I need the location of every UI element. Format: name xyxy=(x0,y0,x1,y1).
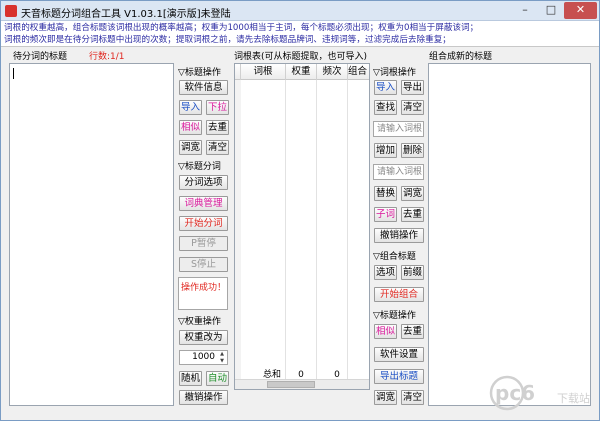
root-input-1[interactable]: 请输入词根 xyxy=(373,121,424,137)
app-window: 天音标题分词组合工具 V1.03.1[演示版]未登陆 – □ ✕ 词根的权重越高… xyxy=(0,0,600,421)
weight-ops-header: ▽权重操作 xyxy=(178,317,221,327)
row-count: 行数:1/1 xyxy=(89,52,125,62)
close-button[interactable]: ✕ xyxy=(564,2,597,19)
column-header[interactable]: 权重 xyxy=(286,64,317,80)
combine-header: ▽组合标题 xyxy=(373,252,416,262)
dedupe-new-button[interactable]: 去重 xyxy=(401,324,424,339)
text-caret xyxy=(13,68,14,79)
export-roots-button[interactable]: 导出 xyxy=(401,80,424,95)
seg-options-button[interactable]: 分词选项 xyxy=(179,175,228,190)
stepper-up-icon[interactable]: ▲ xyxy=(217,351,227,357)
dropdown-button[interactable]: 下拉 xyxy=(206,100,229,115)
left-panel-title: 待分词的标题 xyxy=(13,52,68,62)
clear-titles-button[interactable]: 清空 xyxy=(206,140,229,155)
column-header[interactable]: 词根 xyxy=(241,64,286,80)
watermark-sub: 下载站 xyxy=(557,391,590,405)
dedupe-roots-button[interactable]: 去重 xyxy=(401,207,424,222)
table-header: 词根 权重 频次 组合 xyxy=(235,64,369,80)
delete-root-button[interactable]: 删除 xyxy=(401,143,424,158)
random-button[interactable]: 随机 xyxy=(179,371,202,386)
title-ops-header: ▽标题操作 xyxy=(178,68,221,78)
similar-new-button[interactable]: 相似 xyxy=(374,324,397,339)
column-header[interactable]: 频次 xyxy=(317,64,348,80)
undo-roots-button[interactable]: 撤销操作 xyxy=(374,228,424,243)
widen-titles-button[interactable]: 调宽 xyxy=(179,140,202,155)
maximize-button[interactable]: □ xyxy=(539,2,563,19)
seg-header: ▽标题分词 xyxy=(178,162,221,172)
undo-weight-button[interactable]: 撤销操作 xyxy=(179,390,228,405)
new-title-ops-header: ▽标题操作 xyxy=(373,311,416,321)
replace-root-button[interactable]: 替换 xyxy=(374,186,397,201)
source-titles-textarea[interactable] xyxy=(9,63,174,406)
pc6-watermark-logo: pc6 下载站 xyxy=(487,371,597,416)
root-table[interactable]: 词根 权重 频次 组合 总和 0 0 xyxy=(234,63,370,390)
find-root-button[interactable]: 查找 xyxy=(374,100,397,115)
col-divider xyxy=(316,80,317,380)
stepper-down-icon[interactable]: ▼ xyxy=(217,358,227,364)
clear-roots-button[interactable]: 清空 xyxy=(401,100,424,115)
import-roots-button[interactable]: 导入 xyxy=(374,80,397,95)
auto-button[interactable]: 自动 xyxy=(206,371,229,386)
info-line-2: 词根的频次即是在待分词标题中出现的次数；提取词根之前，请先去除标题品牌词、违规词… xyxy=(4,35,451,45)
minimize-button[interactable]: – xyxy=(513,2,537,19)
start-combine-button[interactable]: 开始组合 xyxy=(374,287,424,302)
widen-new-button[interactable]: 调宽 xyxy=(374,390,397,405)
col-divider xyxy=(285,80,286,380)
col-divider xyxy=(347,80,348,380)
software-info-button[interactable]: 软件信息 xyxy=(179,80,228,95)
stop-button[interactable]: S停止 xyxy=(179,257,228,272)
pc6-logo-icon: pc6 下载站 xyxy=(489,375,590,411)
table-row-gutter xyxy=(235,80,241,380)
table-hscrollbar[interactable] xyxy=(235,379,369,389)
subword-button[interactable]: 子词 xyxy=(374,207,397,222)
start-seg-button[interactable]: 开始分词 xyxy=(179,216,228,231)
import-titles-button[interactable]: 导入 xyxy=(179,100,202,115)
info-line-1: 词根的权重越高，组合标题该词根出现的概率越高；权重为1000相当于主词，每个标题… xyxy=(4,23,479,33)
export-titles-button[interactable]: 导出标题 xyxy=(374,369,424,384)
title-bar: 天音标题分词组合工具 V1.03.1[演示版]未登陆 – □ ✕ xyxy=(1,1,599,21)
new-titles-textarea[interactable] xyxy=(428,63,591,406)
window-title: 天音标题分词组合工具 V1.03.1[演示版]未登陆 xyxy=(21,9,231,20)
app-icon xyxy=(5,5,17,17)
watermark-brand: pc6 xyxy=(495,381,535,405)
info-panel: 词根的权重越高，组合标题该词根出现的概率越高；权重为1000相当于主词，每个标题… xyxy=(1,21,599,47)
root-ops-header: ▽词根操作 xyxy=(373,68,416,78)
add-root-button[interactable]: 增加 xyxy=(374,143,397,158)
pause-button[interactable]: P暂停 xyxy=(179,236,228,251)
software-settings-button[interactable]: 软件设置 xyxy=(374,347,424,362)
weight-change-button[interactable]: 权重改为 xyxy=(179,330,228,345)
dedupe-titles-button[interactable]: 去重 xyxy=(206,120,229,135)
combine-options-button[interactable]: 选项 xyxy=(374,265,397,280)
column-header[interactable]: 组合 xyxy=(348,64,369,80)
widen-roots-button[interactable]: 调宽 xyxy=(401,186,424,201)
root-table-title: 词根表(可从标题提取，也可导入) xyxy=(234,52,368,62)
status-box: 操作成功！ xyxy=(178,277,228,310)
weight-value-stepper[interactable]: 1000 ▲ ▼ xyxy=(179,350,228,365)
similar-button[interactable]: 相似 xyxy=(179,120,202,135)
weight-value: 1000 xyxy=(192,352,215,362)
prefix-button[interactable]: 前缀 xyxy=(401,265,424,280)
hscroll-thumb[interactable] xyxy=(267,381,315,388)
root-input-2[interactable]: 请输入词根 xyxy=(373,164,424,180)
clear-new-button[interactable]: 清空 xyxy=(401,390,424,405)
dict-manage-button[interactable]: 词典管理 xyxy=(179,196,228,211)
right-panel-title: 组合成新的标题 xyxy=(429,52,493,62)
